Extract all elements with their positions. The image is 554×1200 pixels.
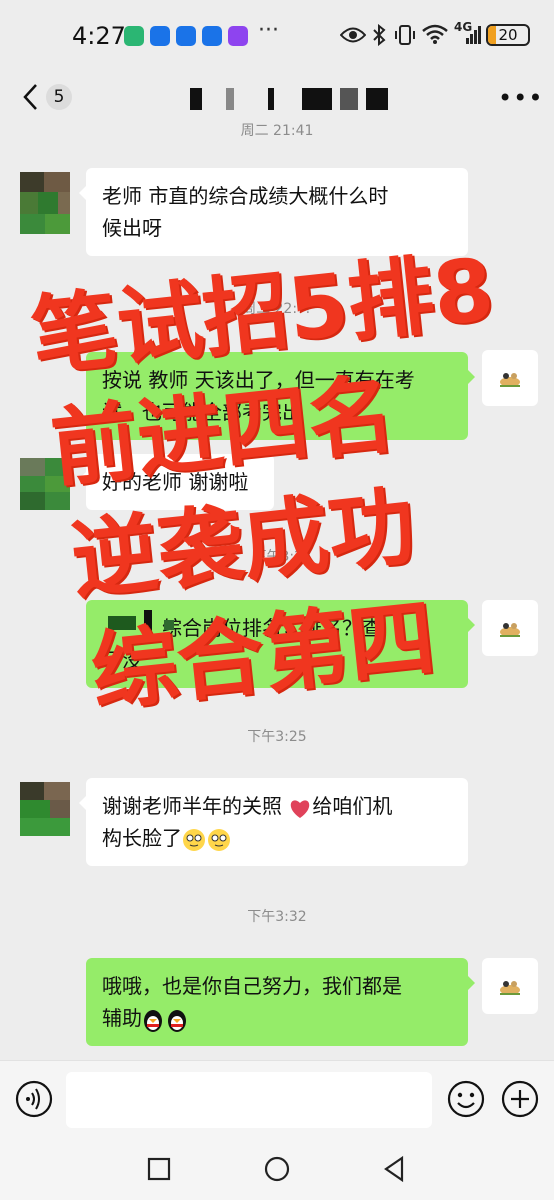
message-timestamp: 下午3:32 — [247, 909, 307, 925]
bluetooth-icon — [373, 24, 386, 46]
penguin-icon — [144, 1009, 186, 1032]
status-more-icon: ··· — [258, 18, 279, 43]
chat-title-redacted — [190, 88, 390, 112]
square-icon[interactable] — [144, 1154, 174, 1184]
unread-count-badge[interactable]: 5 — [46, 84, 72, 110]
avatar-redacted[interactable] — [20, 458, 70, 520]
message-bubble-sent[interactable]: 哦哦，也是你自己努力，我们都是 辅助 — [86, 958, 475, 1046]
message-text: 按说 教师 天该出了，但一直有在考 — [102, 368, 415, 392]
message-timestamp: 周二 21:41 — [240, 123, 314, 139]
triangle-icon[interactable] — [380, 1154, 410, 1184]
message-text: 好的老师 谢谢啦 — [102, 470, 249, 494]
app-notification-icon — [202, 26, 222, 46]
message-bubble-received[interactable]: 谢谢老师半年的关照 给咱们机 构长脸了 — [79, 778, 468, 866]
plus-icon[interactable] — [500, 1079, 540, 1119]
avatar-redacted[interactable] — [20, 172, 70, 234]
message-text: 谢谢老师半年的关照 — [102, 794, 289, 818]
message-list[interactable]: 周二 21:41 老师 市直的综合成绩大概什么时 候出呀 周二 22:?? 按说… — [0, 123, 554, 1060]
embarrassed-emoji-icon — [183, 828, 230, 851]
status-bar: 4:27 ··· 4G 20 — [0, 0, 554, 70]
battery-level-text: 20 — [498, 26, 518, 44]
app-notification-icon — [228, 26, 248, 46]
self-avatar[interactable] — [482, 350, 538, 406]
message-text: 候出呀 — [102, 216, 162, 240]
heart-icon — [291, 799, 310, 818]
message-line: 辅助 — [102, 1002, 452, 1034]
self-avatar[interactable] — [482, 958, 538, 1014]
message-timestamp: 下午3:? — [252, 549, 302, 565]
app-notification-icon — [176, 26, 196, 46]
eye-icon — [340, 27, 366, 43]
message-text: 辅助 — [102, 1006, 142, 1030]
message-bubble-received[interactable]: 好的老师 谢谢啦 — [79, 454, 274, 510]
emoji-icon[interactable] — [446, 1079, 486, 1119]
redaction-mark — [108, 610, 174, 636]
message-text: 老师 市直的综合成绩大概什么时 — [102, 184, 389, 208]
more-options-icon[interactable]: ••• — [498, 86, 543, 110]
message-text: 哦哦，也是你自己努力，我们都是 — [102, 974, 402, 998]
system-navigation-bar — [0, 1138, 554, 1200]
wifi-icon — [422, 24, 448, 44]
message-line: 谢谢老师半年的关照 给咱们机 — [102, 790, 452, 822]
battery-indicator: 20 — [486, 24, 530, 46]
message-text: 试，也可能全部考完出 — [102, 400, 302, 424]
back-icon[interactable] — [20, 82, 42, 112]
message-text: 构长脸了 — [102, 826, 182, 850]
message-line: 构长脸了 — [102, 822, 452, 854]
avatar-redacted[interactable] — [20, 782, 70, 844]
message-bubble-received[interactable]: 老师 市直的综合成绩大概什么时 候出呀 — [79, 168, 468, 256]
message-input-bar — [0, 1060, 554, 1138]
status-time: 4:27 — [72, 22, 126, 50]
message-timestamp: 下午3:25 — [247, 729, 307, 745]
message-input[interactable] — [66, 1072, 432, 1128]
message-timestamp: 周二 22:?? — [242, 301, 312, 317]
message-bubble-sent[interactable]: 按说 教师 天该出了，但一直有在考 试，也可能全部考完出 — [86, 352, 475, 440]
signal-icon — [466, 26, 481, 44]
chat-header: 5 ••• — [0, 70, 554, 126]
app-notification-icon — [150, 26, 170, 46]
app-notification-icon — [124, 26, 144, 46]
message-text: 给咱们机 — [312, 794, 393, 818]
voice-icon[interactable] — [14, 1079, 54, 1119]
message-text: 了没 — [102, 648, 142, 672]
circle-icon[interactable] — [262, 1154, 292, 1184]
vibrate-icon — [395, 25, 415, 45]
self-avatar[interactable] — [482, 600, 538, 656]
